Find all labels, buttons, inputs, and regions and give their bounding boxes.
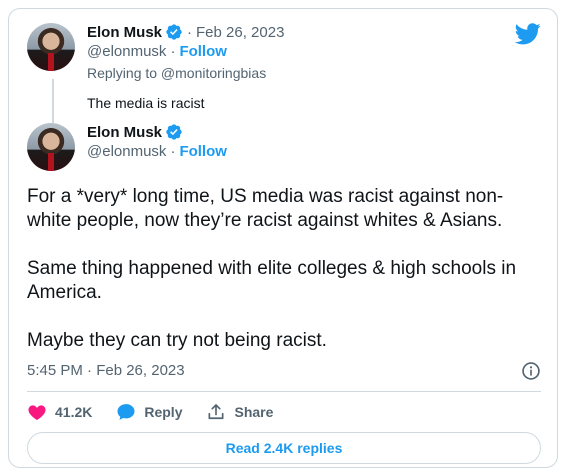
tweet-timestamp[interactable]: 5:45 PM · Feb 26, 2023 [27,362,185,379]
tweet-paragraph: Maybe they can try not being racist. [27,330,327,351]
speech-bubble-icon [117,404,135,420]
action-bar: 41.2K Reply Share [27,401,297,423]
share-button[interactable]: Share [206,402,273,422]
tweet-paragraph: Same thing happened with elite colleges … [27,258,517,303]
reply-tweet-handle-row: @elonmusk · Follow [87,43,227,60]
author-handle[interactable]: @elonmusk [87,43,166,60]
twitter-bird-icon[interactable] [515,23,541,45]
separator-dot: · [187,23,193,41]
heart-icon [28,405,46,420]
main-tweet-handle-row: @elonmusk · Follow [87,143,227,160]
tweet-paragraph: For a *very* long time, US media was rac… [27,186,504,231]
tweet-date[interactable]: Feb 26, 2023 [196,24,284,41]
replying-to-row: Replying to @monitoringbias [87,65,266,81]
reply-tweet-text: The media is racist [87,95,205,111]
info-icon[interactable] [521,361,541,381]
like-button[interactable]: 41.2K [27,402,92,422]
divider [27,391,541,392]
separator-dot: · [170,143,176,160]
read-replies-label: Read 2.4K replies [225,440,343,456]
author-name[interactable]: Elon Musk [87,124,162,141]
replying-to-label[interactable]: Replying to @monitoringbias [87,65,266,81]
read-replies-button[interactable]: Read 2.4K replies [27,432,541,464]
thread-connector [52,79,54,123]
verified-badge-icon [166,124,182,140]
separator-dot: · [170,43,176,60]
share-icon [208,404,224,420]
share-label: Share [234,404,274,420]
follow-button[interactable]: Follow [179,143,227,160]
verified-badge-icon [166,24,182,40]
reply-label: Reply [144,404,183,420]
like-count: 41.2K [55,404,93,420]
author-handle[interactable]: @elonmusk [87,143,166,160]
author-name[interactable]: Elon Musk [87,24,162,41]
reply-tweet-header: Elon Musk · Feb 26, 2023 [87,23,284,41]
tweet-body: For a *very* long time, US media was rac… [27,185,547,377]
avatar[interactable] [27,23,75,71]
follow-button[interactable]: Follow [179,43,227,60]
reply-button[interactable]: Reply [116,402,182,422]
tweet-embed-card: Elon Musk · Feb 26, 2023 @elonmusk · Fol… [8,8,558,468]
avatar[interactable] [27,123,75,171]
main-tweet-header: Elon Musk [87,123,183,141]
